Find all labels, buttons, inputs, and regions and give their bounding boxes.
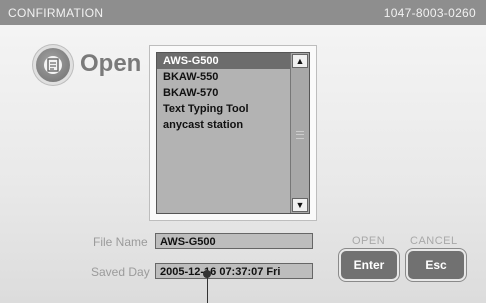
file-list-frame: AWS-G500 BKAW-550 BKAW-570 Text Typing T… xyxy=(150,46,316,220)
file-list[interactable]: AWS-G500 BKAW-550 BKAW-570 Text Typing T… xyxy=(156,52,310,214)
esc-button[interactable]: Esc xyxy=(406,249,466,281)
dialog-code: 1047-8003-0260 xyxy=(383,6,476,20)
list-scrollbar[interactable]: ▲ ▼ xyxy=(290,53,309,213)
open-heading: Open xyxy=(80,50,142,77)
saved-day-label: Saved Day xyxy=(91,265,150,279)
confirmation-dialog: CONFIRMATION 1047-8003-0260 Open AWS-G50… xyxy=(0,0,486,303)
file-list-items: AWS-G500 BKAW-550 BKAW-570 Text Typing T… xyxy=(157,53,293,133)
saved-day-field: 2005-12-16 07:37:07 Fri xyxy=(155,263,313,279)
document-icon xyxy=(36,48,70,82)
cancel-caption: CANCEL xyxy=(410,235,458,247)
file-name-label: File Name xyxy=(93,235,148,249)
dialog-title: CONFIRMATION xyxy=(8,6,104,20)
pointer-line xyxy=(207,274,208,303)
scroll-down-icon[interactable]: ▼ xyxy=(292,198,308,212)
open-caption: OPEN xyxy=(352,235,386,247)
list-item[interactable]: Text Typing Tool xyxy=(157,101,293,117)
file-name-field[interactable]: AWS-G500 xyxy=(155,233,313,249)
scroll-grip-icon[interactable] xyxy=(296,131,304,139)
enter-button[interactable]: Enter xyxy=(339,249,399,281)
list-item[interactable]: BKAW-570 xyxy=(157,85,293,101)
list-item[interactable]: anycast station xyxy=(157,117,293,133)
list-item[interactable]: BKAW-550 xyxy=(157,69,293,85)
list-item[interactable]: AWS-G500 xyxy=(157,53,293,69)
title-bar: CONFIRMATION 1047-8003-0260 xyxy=(0,0,486,25)
scroll-up-icon[interactable]: ▲ xyxy=(292,54,308,68)
